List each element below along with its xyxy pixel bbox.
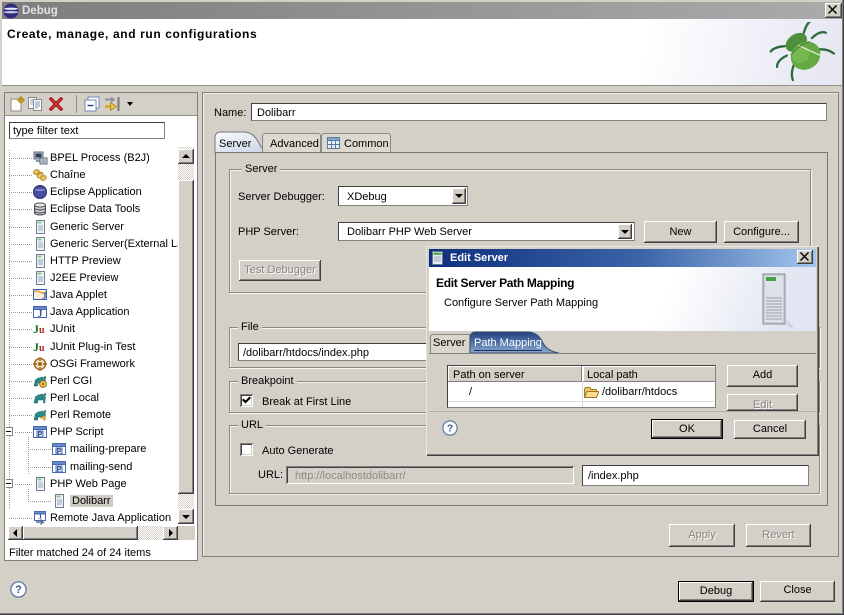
svg-text:J: J	[42, 291, 47, 301]
svg-text:u: u	[39, 343, 45, 354]
svg-text:P: P	[57, 449, 62, 456]
svg-text:?: ?	[15, 584, 22, 596]
svg-text:P: P	[57, 467, 62, 474]
svg-text:u: u	[39, 325, 45, 336]
svg-text:P: P	[38, 432, 43, 439]
svg-text:J: J	[38, 309, 43, 320]
svg-text:?: ?	[447, 423, 453, 434]
